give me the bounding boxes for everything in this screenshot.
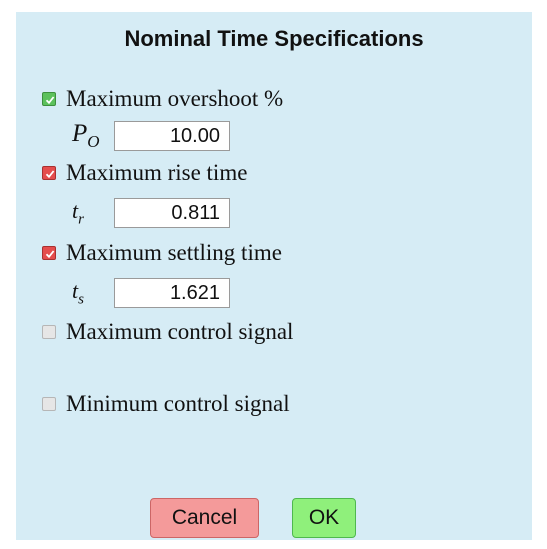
rise-time-symbol: tr bbox=[72, 198, 84, 228]
settling-time-label: Maximum settling time bbox=[66, 240, 282, 265]
settling-time-symbol: ts bbox=[72, 278, 84, 308]
settling-time-param-row: ts bbox=[72, 278, 230, 309]
checkmark-icon bbox=[45, 96, 55, 105]
overshoot-value-input[interactable] bbox=[114, 121, 230, 151]
rise-time-label: Maximum rise time bbox=[66, 160, 248, 185]
overshoot-checkbox[interactable] bbox=[42, 92, 56, 106]
rise-time-value-input[interactable] bbox=[114, 198, 230, 229]
overshoot-label: Maximum overshoot % bbox=[66, 86, 284, 111]
spec-max-control-row[interactable]: Maximum control signal bbox=[42, 319, 293, 345]
min-control-label: Minimum control signal bbox=[66, 391, 290, 416]
time-specs-dialog: Nominal Time Specifications Maximum over… bbox=[16, 12, 532, 540]
settling-time-checkbox[interactable] bbox=[42, 246, 56, 260]
spec-min-control-row[interactable]: Minimum control signal bbox=[42, 391, 290, 417]
checkmark-icon bbox=[45, 170, 55, 179]
overshoot-symbol: PO bbox=[72, 120, 100, 151]
rise-time-checkbox[interactable] bbox=[42, 166, 56, 180]
min-control-checkbox[interactable] bbox=[42, 397, 56, 411]
cancel-button[interactable]: Cancel bbox=[150, 498, 259, 538]
max-control-label: Maximum control signal bbox=[66, 319, 294, 344]
max-control-checkbox[interactable] bbox=[42, 325, 56, 339]
dialog-title: Nominal Time Specifications bbox=[124, 26, 424, 51]
settling-time-value-input[interactable] bbox=[114, 278, 230, 309]
ok-button[interactable]: OK bbox=[292, 498, 356, 538]
spec-settling-time-row[interactable]: Maximum settling time bbox=[42, 240, 282, 266]
checkmark-icon bbox=[45, 250, 55, 259]
spec-overshoot-row[interactable]: Maximum overshoot % bbox=[42, 86, 283, 112]
rise-time-param-row: tr bbox=[72, 198, 230, 229]
overshoot-param-row: PO bbox=[72, 120, 230, 152]
spec-rise-time-row[interactable]: Maximum rise time bbox=[42, 160, 247, 186]
